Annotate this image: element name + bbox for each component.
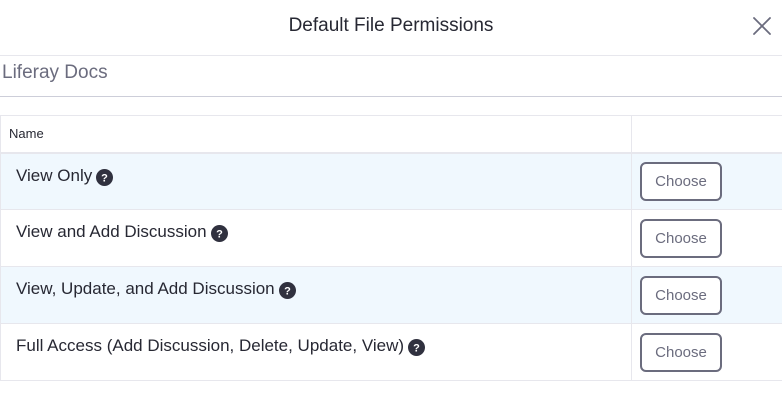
site-name: Liferay Docs [2, 62, 108, 83]
permissions-dialog: Default File Permissions Liferay Docs Na… [0, 0, 782, 394]
dialog-title: Default File Permissions [288, 15, 494, 36]
choose-button[interactable]: Choose [640, 275, 722, 315]
question-circle-icon[interactable]: ? [210, 225, 228, 242]
column-header-name: Name [0, 115, 632, 154]
close-icon [753, 17, 771, 35]
svg-text:?: ? [413, 343, 420, 355]
action-cell: Choose [631, 209, 782, 267]
permission-name-cell: View Only ? [0, 152, 632, 210]
question-circle-icon[interactable]: ? [278, 282, 296, 299]
action-cell: Choose [631, 266, 782, 324]
permission-label: View, Update, and Add Discussion [16, 279, 275, 298]
svg-text:?: ? [101, 172, 108, 184]
table-header-row: Name [0, 115, 782, 154]
permission-label: Full Access (Add Discussion, Delete, Upd… [16, 336, 405, 355]
site-header: Liferay Docs [0, 56, 782, 97]
permission-label: View Only [16, 165, 93, 185]
permission-name-cell: Full Access (Add Discussion, Delete, Upd… [0, 323, 632, 381]
close-button[interactable] [752, 16, 772, 36]
permission-label: View and Add Discussion [16, 222, 207, 241]
svg-text:?: ? [284, 286, 291, 298]
dialog-header: Default File Permissions [0, 0, 782, 56]
question-circle-icon[interactable]: ? [96, 168, 114, 186]
permission-name-cell: View and Add Discussion ? [0, 209, 632, 267]
permission-name-cell: View, Update, and Add Discussion ? [0, 266, 632, 324]
question-circle-icon[interactable]: ? [408, 339, 426, 356]
table-row: View Only ? Choose [0, 152, 782, 210]
table-row: View, Update, and Add Discussion ? Choos… [0, 266, 782, 324]
permissions-table: Name View Only ? Choose View and Add Dis… [0, 115, 782, 381]
action-cell: Choose [631, 152, 782, 210]
table-row: Full Access (Add Discussion, Delete, Upd… [0, 323, 782, 381]
choose-button[interactable]: Choose [640, 332, 722, 372]
choose-button[interactable]: Choose [640, 161, 722, 201]
action-cell: Choose [631, 323, 782, 381]
svg-text:?: ? [216, 229, 223, 241]
table-row: View and Add Discussion ? Choose [0, 209, 782, 267]
choose-button[interactable]: Choose [640, 218, 722, 258]
column-header-action [631, 115, 782, 154]
